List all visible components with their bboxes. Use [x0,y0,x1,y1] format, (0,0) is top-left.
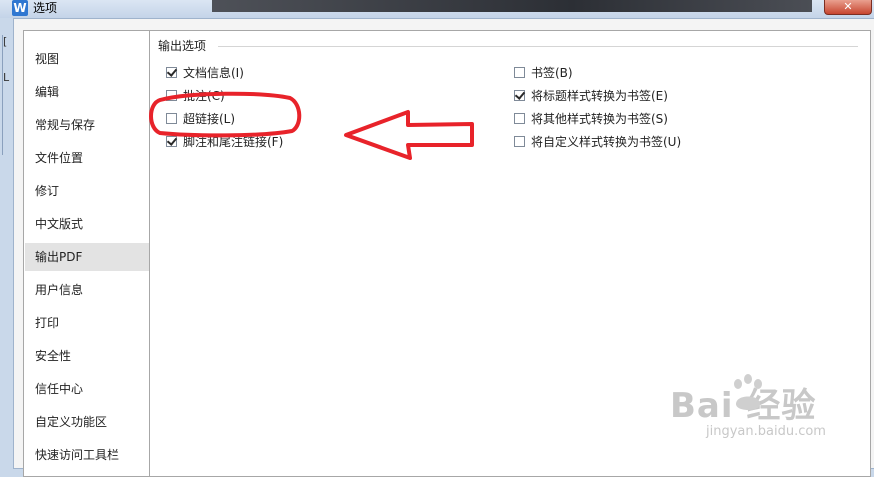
checkbox-checked[interactable] [514,89,525,101]
checkbox-checked[interactable] [166,66,177,78]
nav-item-user-info[interactable]: 用户信息 [25,276,151,304]
option-footnote-links[interactable]: 脚注和尾注链接(F) [166,132,283,150]
nav-item-revision[interactable]: 修订 [25,177,151,205]
window-title: 选项 [33,1,58,15]
watermark-url: jingyan.baidu.com [706,424,826,439]
checkbox-checked[interactable] [166,135,177,147]
wps-logo-icon: W [12,0,28,16]
edge-char: [ [3,35,8,48]
section-divider [218,46,858,47]
nav-item-file-location[interactable]: 文件位置 [25,144,151,172]
nav-item-trust-center[interactable]: 信任中心 [25,375,151,403]
background-window-edge: [ L [2,35,11,155]
nav-item-general-save[interactable]: 常规与保存 [25,111,151,139]
option-custom-styles-to-bookmarks[interactable]: 将自定义样式转换为书签(U) [514,132,681,150]
close-button[interactable]: ✕ [824,0,872,15]
checkbox-unchecked[interactable] [514,112,525,124]
option-comments[interactable]: 批注(C) [166,86,225,104]
paw-icon [734,374,762,410]
option-heading-to-bookmarks[interactable]: 将标题样式转换为书签(E) [514,86,668,104]
option-label: 将自定义样式转换为书签(U) [531,134,682,149]
option-label: 将其他样式转换为书签(S) [531,111,668,126]
checkbox-unchecked[interactable] [514,135,525,147]
checkbox-unchecked[interactable] [166,89,177,101]
background-window-titlebar [212,0,812,12]
option-label: 批注(C) [183,88,225,103]
nav-item-security[interactable]: 安全性 [25,342,151,370]
option-label: 将标题样式转换为书签(E) [531,88,668,103]
nav-item-quick-access-toolbar[interactable]: 快速访问工具栏 [25,441,151,469]
checkbox-unchecked[interactable] [514,66,525,78]
option-label: 脚注和尾注链接(F) [183,134,284,149]
title-bar: W 选项 ✕ [0,0,874,18]
option-bookmarks[interactable]: 书签(B) [514,63,573,81]
section-title: 输出选项 [158,37,211,54]
option-hyperlink[interactable]: 超链接(L) [166,109,235,127]
nav-item-view[interactable]: 视图 [25,45,151,73]
option-other-styles-to-bookmarks[interactable]: 将其他样式转换为书签(S) [514,109,668,127]
nav-item-export-pdf[interactable]: 输出PDF [25,243,151,271]
options-nav: 视图 编辑 常规与保存 文件位置 修订 中文版式 输出PDF 用户信息 打印 安… [23,30,156,477]
nav-item-edit[interactable]: 编辑 [25,78,151,106]
option-label: 超链接(L) [183,111,236,126]
nav-item-customize-ribbon[interactable]: 自定义功能区 [25,408,151,436]
option-doc-info[interactable]: 文档信息(I) [166,63,244,81]
nav-item-print[interactable]: 打印 [25,309,151,337]
nav-item-chinese-layout[interactable]: 中文版式 [25,210,151,238]
edge-char: L [3,71,10,84]
option-label: 书签(B) [531,65,573,80]
checkbox-unchecked[interactable] [166,112,177,124]
option-label: 文档信息(I) [183,65,244,80]
